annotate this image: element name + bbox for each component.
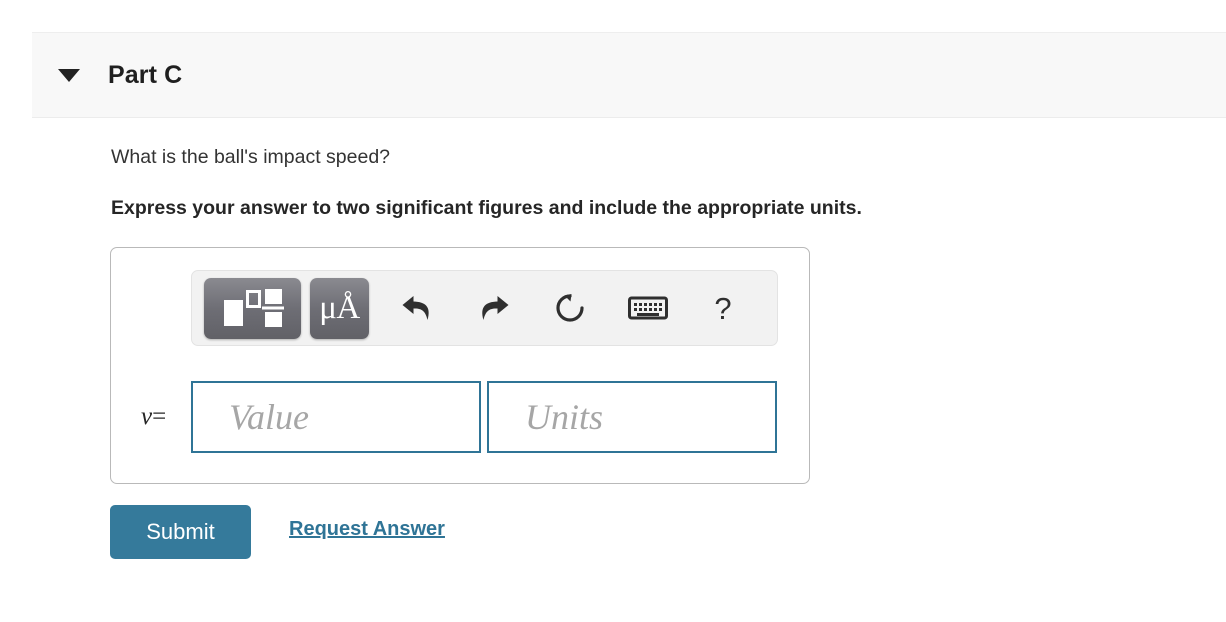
micro-angstrom-icon: μÅ — [319, 289, 360, 326]
redo-button[interactable] — [475, 288, 513, 328]
equals-sign: = — [152, 403, 167, 430]
redo-arrow-icon — [482, 296, 509, 320]
units-placeholder: Units — [525, 397, 604, 437]
value-input[interactable]: Value — [191, 381, 481, 453]
math-template-button[interactable] — [204, 277, 301, 339]
undo-arrow-icon — [402, 296, 429, 320]
units-input[interactable]: Units — [487, 381, 777, 453]
answer-input-row: v= Value Units — [137, 381, 777, 453]
reset-circular-arrow-icon — [556, 294, 584, 322]
math-template-icon — [223, 289, 284, 327]
units-button[interactable]: μÅ — [310, 277, 369, 339]
submit-button[interactable]: Submit — [110, 505, 251, 559]
variable-symbol: v — [141, 403, 153, 430]
caret-down-icon[interactable] — [58, 68, 80, 82]
problem-part-panel: Part C What is the ball's impact speed? … — [0, 0, 1226, 622]
keyboard-button[interactable] — [626, 288, 670, 328]
question-instruction: Express your answer to two significant f… — [111, 197, 862, 219]
math-toolbar: μÅ ? — [191, 270, 778, 346]
question-prompt: What is the ball's impact speed? — [111, 146, 391, 168]
keyboard-icon — [628, 296, 668, 320]
undo-button[interactable] — [398, 288, 436, 328]
reset-button[interactable] — [551, 288, 589, 328]
help-button[interactable]: ? — [708, 288, 738, 328]
page-title: Part C — [108, 60, 183, 89]
value-placeholder: Value — [229, 397, 309, 437]
part-header: Part C — [32, 32, 1226, 118]
question-mark-icon: ? — [714, 290, 732, 326]
request-answer-link[interactable]: Request Answer — [289, 518, 445, 541]
answer-container: μÅ ? v= Value Units — [110, 247, 810, 484]
variable-label: v= — [137, 403, 191, 431]
